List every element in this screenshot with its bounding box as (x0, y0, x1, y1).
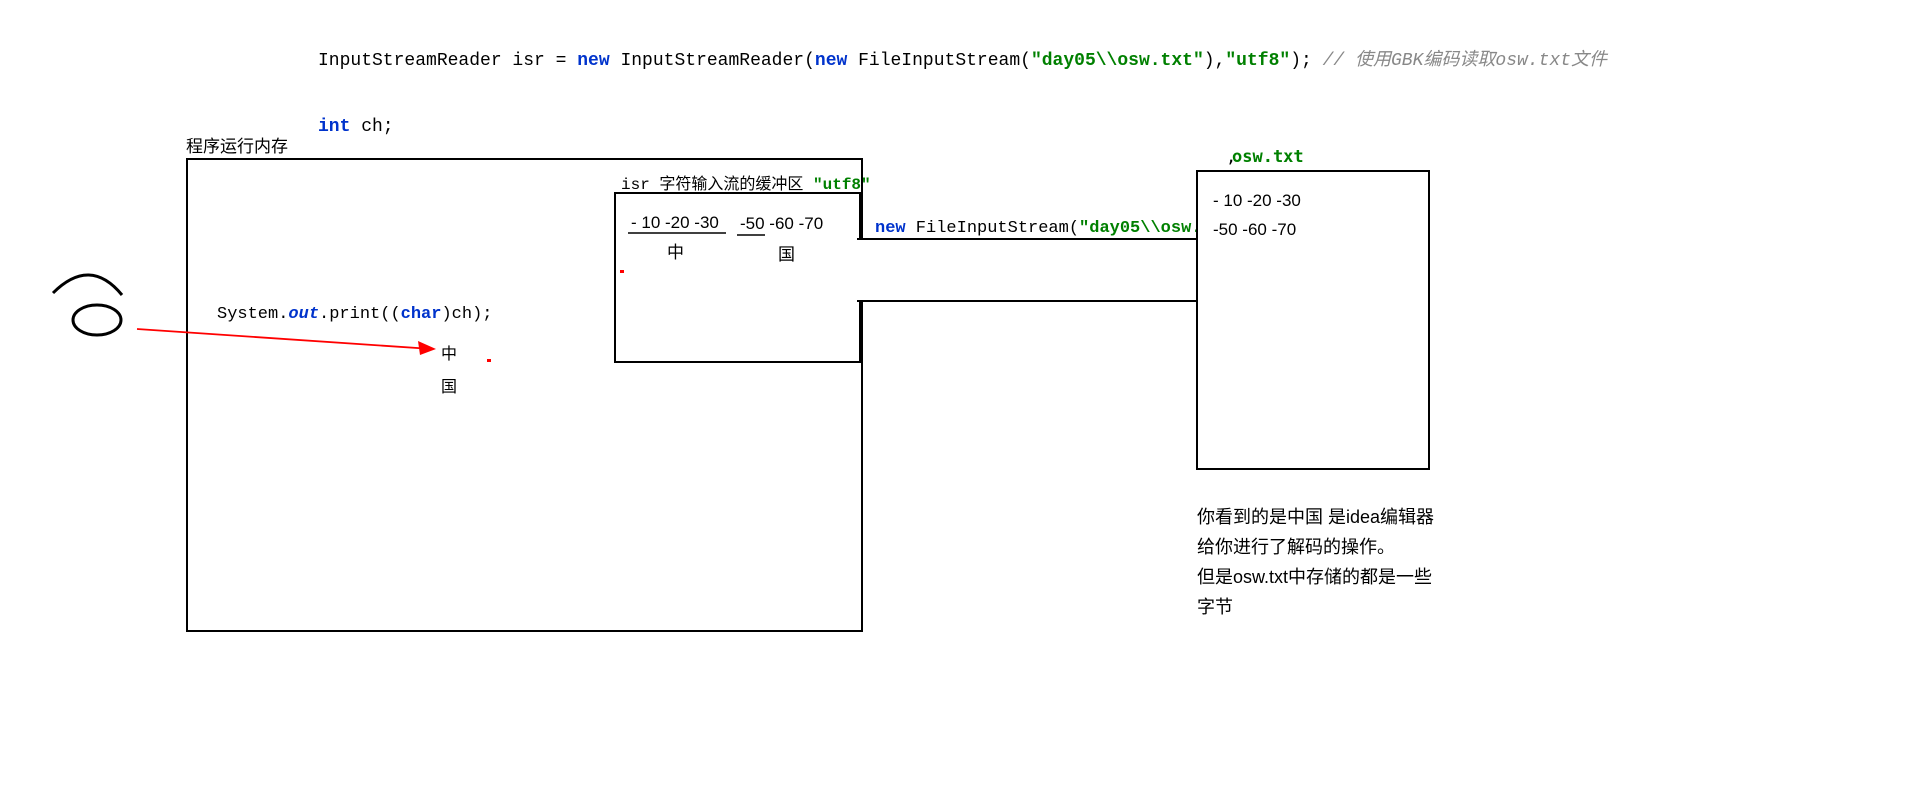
connector-channel (857, 238, 1196, 302)
buffer-char-1: 中 (667, 238, 684, 263)
buffer-bytes-right: -50 -60 -70 (740, 214, 823, 234)
file-box (1196, 170, 1430, 470)
red-dot-icon (620, 270, 624, 273)
explanation-line-3: 但是osw.txt中存储的都是一些 (1197, 562, 1432, 592)
file-bytes-1: - 10 -20 -30 (1213, 191, 1301, 211)
output-char-1: 中 (441, 340, 457, 364)
file-bytes-2: -50 -60 -70 (1213, 220, 1296, 240)
explanation-line-1: 你看到的是中国 是idea编辑器 (1197, 502, 1434, 532)
output-char-2: 国 (441, 373, 457, 397)
buffer-char-2: 国 (778, 240, 795, 265)
buffer-bytes-left: - 10 -20 -30 (631, 213, 719, 233)
print-statement: System.out.print((char)ch); (217, 304, 492, 326)
red-dot-2-icon (487, 359, 491, 362)
explanation-line-2: 给你进行了解码的操作。 (1197, 532, 1395, 562)
comma-icon: , (1226, 147, 1236, 167)
code-line-2: int ch; (318, 116, 1607, 138)
explanation-line-4: 字节 (1197, 592, 1233, 622)
code-line-1: InputStreamReader isr = new InputStreamR… (318, 50, 1607, 72)
memory-label: 程序运行内存 (186, 132, 288, 157)
file-label: osw.txt (1232, 147, 1304, 167)
